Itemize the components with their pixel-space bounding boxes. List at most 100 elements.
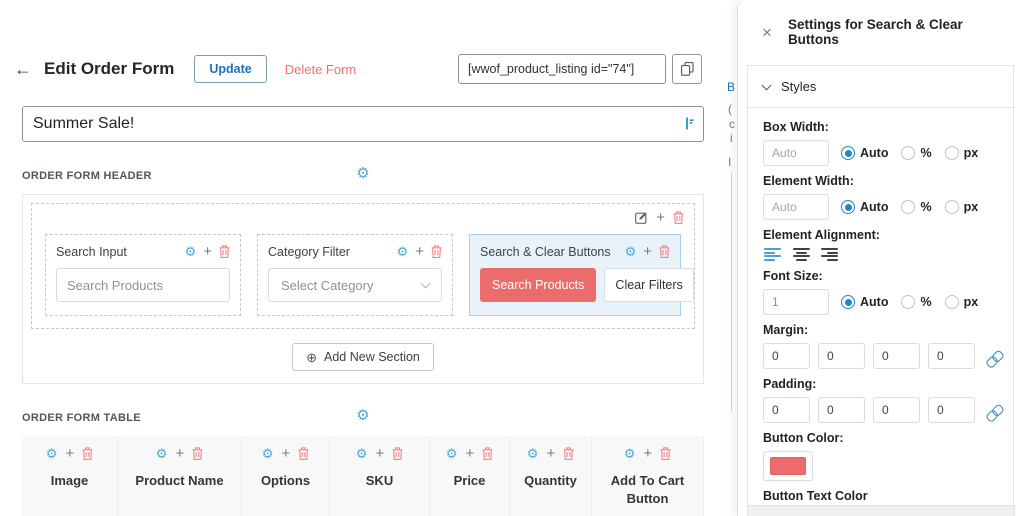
link-values-icon[interactable] [983,347,1002,366]
edit-title-icon[interactable] [684,116,695,131]
radio[interactable] [901,295,915,309]
radio[interactable] [945,200,959,214]
font-size-input[interactable] [763,289,829,315]
radio[interactable] [945,146,959,160]
back-arrow-icon[interactable]: ← [14,60,32,78]
table-settings-gear-icon[interactable]: ⚙ [356,408,369,423]
radio[interactable] [901,146,915,160]
widget-search-clear-buttons[interactable]: Search & Clear Buttons ⚙ + Search Produc… [469,234,681,316]
margin-bottom-input[interactable] [873,343,920,369]
column-delete-icon[interactable] [563,447,574,460]
column-delete-icon[interactable] [298,447,309,460]
form-title-input[interactable] [22,106,704,142]
unit-option-percent[interactable]: % [901,200,931,214]
box-width-input[interactable] [763,140,829,166]
column-gear-icon[interactable]: ⚙ [446,447,458,460]
widget-head: Search Input ⚙ + [56,244,230,259]
radio[interactable] [945,295,959,309]
widget-delete-icon[interactable] [431,245,442,258]
edit-row-icon[interactable] [635,211,648,224]
box-width-units: Auto % px [841,146,978,160]
update-button[interactable]: Update [194,55,266,83]
header-settings-gear-icon[interactable]: ⚙ [356,166,369,181]
column-add-icon[interactable]: + [375,446,384,461]
unit-option-px[interactable]: px [945,146,979,160]
padding-left-input[interactable] [928,397,975,423]
unit-option-px[interactable]: px [945,200,979,214]
column-gear-icon[interactable]: ⚙ [356,447,368,460]
element-width-input[interactable] [763,194,829,220]
column-add-icon[interactable]: + [465,446,474,461]
column-delete-icon[interactable] [192,447,203,460]
widget-add-icon[interactable]: + [415,244,424,259]
styles-title: Styles [781,79,816,94]
align-left-icon[interactable] [764,248,782,261]
column-gear-icon[interactable]: ⚙ [156,447,168,460]
radio-checked[interactable] [841,200,855,214]
unit-option-px[interactable]: px [945,295,979,309]
search-products-input[interactable] [56,268,230,302]
column-gear-icon[interactable]: ⚙ [262,447,274,460]
column-delete-icon[interactable] [482,447,493,460]
copy-shortcode-button[interactable] [672,54,702,84]
padding-bottom-input[interactable] [873,397,920,423]
widget-gear-icon[interactable]: ⚙ [185,245,197,258]
column-add-icon[interactable]: + [643,446,652,461]
add-new-section-button[interactable]: ⊕ Add New Section [292,343,434,371]
widget-add-icon[interactable]: + [203,244,212,259]
column-actions: ⚙ + [434,446,505,461]
column-add-icon[interactable]: + [65,446,74,461]
margin-top-input[interactable] [763,343,810,369]
close-icon[interactable]: × [762,24,772,41]
column-header-options: ⚙ + Options [242,436,330,516]
margin-left-input[interactable] [928,343,975,369]
column-delete-icon[interactable] [660,447,671,460]
column-actions: ⚙ + [122,446,237,461]
widget-add-icon[interactable]: + [643,244,652,259]
button-color-picker[interactable] [763,451,813,481]
radio-checked[interactable] [841,295,855,309]
widget-delete-icon[interactable] [219,245,230,258]
column-delete-icon[interactable] [392,447,403,460]
delete-form-link[interactable]: Delete Form [285,62,357,77]
unit-option-auto[interactable]: Auto [841,146,888,160]
radio-checked[interactable] [841,146,855,160]
column-add-icon[interactable]: + [281,446,290,461]
unit-option-percent[interactable]: % [901,295,931,309]
drawer-header: × Settings for Search & Clear Buttons [738,0,1024,60]
unit-label: Auto [860,200,888,214]
font-size-label: Font Size: [763,269,998,283]
delete-row-icon[interactable] [673,211,684,224]
link-values-icon[interactable] [983,401,1002,420]
widget-gear-icon[interactable]: ⚙ [397,245,409,258]
shortcode-input[interactable] [458,54,666,84]
unit-option-auto[interactable]: Auto [841,200,888,214]
align-right-icon[interactable] [820,248,838,261]
column-add-icon[interactable]: + [546,446,555,461]
widget-gear-icon[interactable]: ⚙ [625,245,637,258]
plus-circle-icon: ⊕ [306,351,317,364]
radio[interactable] [901,200,915,214]
category-select[interactable]: Select Category [268,268,442,302]
align-center-icon[interactable] [792,248,810,261]
clipped-background-content: B ( c i I [704,50,737,490]
column-gear-icon[interactable]: ⚙ [46,447,58,460]
widget-delete-icon[interactable] [659,245,670,258]
styles-accordion-header[interactable]: Styles [748,66,1013,108]
column-add-icon[interactable]: + [175,446,184,461]
clear-filters-button[interactable]: Clear Filters [604,268,693,302]
column-gear-icon[interactable]: ⚙ [624,447,636,460]
unit-option-auto[interactable]: Auto [841,295,888,309]
padding-top-input[interactable] [763,397,810,423]
element-width-units: Auto % px [841,200,978,214]
column-gear-icon[interactable]: ⚙ [527,447,539,460]
widget-search-input[interactable]: Search Input ⚙ + [45,234,241,316]
search-products-button[interactable]: Search Products [480,268,596,302]
widget-category-filter[interactable]: Category Filter ⚙ + Select Category [257,234,453,316]
main-content: ← Edit Order Form Update Delete Form [0,0,737,516]
unit-option-percent[interactable]: % [901,146,931,160]
add-row-icon[interactable]: + [656,210,665,225]
margin-right-input[interactable] [818,343,865,369]
column-delete-icon[interactable] [82,447,93,460]
padding-right-input[interactable] [818,397,865,423]
